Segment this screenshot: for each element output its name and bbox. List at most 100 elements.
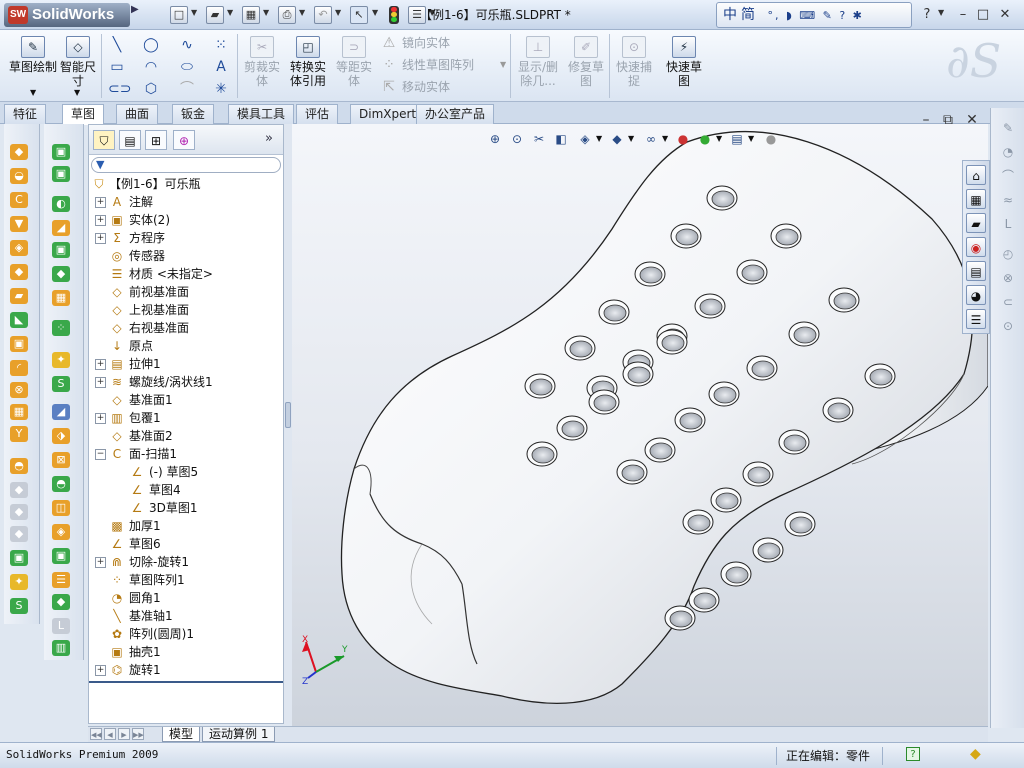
convert-entities-button[interactable]: ◰ 转换实体引用 [286,36,330,88]
arc-icon[interactable]: ◠ [142,58,160,76]
point-icon[interactable]: ✳ [212,80,230,98]
fillet-feature-icon[interactable]: ▰ [10,288,28,304]
display-delete-relations-button[interactable]: ⊥ 显示/删除几... [514,36,562,88]
splitter-handle[interactable] [285,402,291,428]
apply-scene-icon[interactable]: ● [696,130,714,148]
combine-icon[interactable]: ▣ [10,550,28,566]
tree-item[interactable]: ◇ 前视基准面 [89,283,283,301]
viewport-restore-button[interactable]: ⧉ [940,112,956,128]
fillet-surface-icon[interactable]: L [52,618,70,634]
untrim-surface-icon[interactable]: S [52,376,70,392]
chevron-down-icon[interactable]: ▼ [335,8,341,17]
chevron-down-icon[interactable]: ▼ [500,60,506,69]
cut-extrude-icon[interactable]: ◆ [10,264,28,280]
ime-language[interactable]: 中简 [723,7,759,23]
tree-item[interactable]: + ≋ 螺旋线/涡状线1 [89,373,283,391]
rebuild-traffic-light-icon[interactable] [389,6,399,24]
tree-item[interactable]: ⁘ 草图阵列1 [89,571,283,589]
tree-item[interactable]: ◇ 基准面2 [89,427,283,445]
spline-icon[interactable]: ∿ [178,36,196,54]
last-tab-button[interactable]: ▶▶ [132,728,144,740]
tree-item[interactable]: ╲ 基准轴1 [89,607,283,625]
point-grid-icon[interactable]: ⁙ [212,36,230,54]
tab-dimxpert[interactable]: DimXpert [350,104,426,124]
extruded-boss-icon[interactable]: ◆ [10,144,28,160]
offset-surface-icon[interactable]: ⁘ [52,320,70,336]
display-style-icon[interactable]: ◆ [608,130,626,148]
tree-item[interactable]: ✿ 阵列(圆周)1 [89,625,283,643]
tree-item[interactable]: + ⌬ 旋转1 [89,661,283,679]
corner-tool-icon[interactable]: L [999,216,1017,232]
tree-item[interactable]: ∠ (-) 草图5 [89,463,283,481]
fillet-icon[interactable]: ⌒ [178,80,196,98]
tree-item[interactable]: ◇ 上视基准面 [89,301,283,319]
wrap-icon[interactable]: ◓ [10,458,28,474]
view-settings-icon[interactable]: ▤ [728,130,746,148]
chevron-down-icon[interactable]: ▼ [662,134,668,143]
section-view-icon[interactable]: ◧ [552,130,570,148]
chamfer-icon[interactable]: ◣ [10,312,28,328]
expand-toggle-icon[interactable]: + [95,233,106,244]
expand-toggle-icon[interactable]: − [95,449,106,460]
configuration-manager-tab-icon[interactable]: ⊞ [145,130,167,150]
line-icon[interactable]: ╲ [108,36,126,54]
tab-motion-study[interactable]: 运动算例 1 [202,727,276,742]
tree-item[interactable]: ◇ 右视基准面 [89,319,283,337]
tree-item[interactable]: ↓ 原点 [89,337,283,355]
chevron-down-icon[interactable]: ▼ [263,8,269,17]
tree-item[interactable]: + A 注解 [89,193,283,211]
planar-surface-icon[interactable]: ▦ [52,290,70,306]
select-arrow-icon[interactable]: ↖ [350,6,368,24]
tab-office-products[interactable]: 办公室产品 [416,104,495,124]
draft-icon[interactable]: Y [10,426,28,442]
spline-tool-icon[interactable]: ≈ [999,192,1017,208]
swept-surface-icon[interactable]: ◐ [52,196,70,212]
maximize-button[interactable]: □ [974,6,992,24]
boundary-surface-icon[interactable]: ▣ [52,242,70,258]
chevron-down-icon[interactable]: ▼ [938,8,944,17]
rib-icon[interactable]: ◜ [10,360,28,376]
tree-item[interactable]: ◇ 基准面1 [89,391,283,409]
cut-with-surface-icon[interactable]: ◆ [52,594,70,610]
tab-mold-tools[interactable]: 模具工具 [228,104,295,124]
hole-wizard-icon[interactable]: ⊗ [10,382,28,398]
tab-sheet-metal[interactable]: 钣金 [172,104,215,124]
loop-tool-icon[interactable]: ⊗ [999,270,1017,286]
open-folder-icon[interactable]: ▰ [206,6,224,24]
expand-toggle-icon[interactable]: + [95,359,106,370]
tree-item[interactable]: + ▤ 拉伸1 [89,355,283,373]
chevron-down-icon[interactable]: ▼ [299,8,305,17]
chevron-down-icon[interactable]: ▼ [227,8,233,17]
property-manager-tab-icon[interactable]: ▤ [119,130,141,150]
tree-item[interactable]: + ⋒ 切除-旋转1 [89,553,283,571]
ruled-surface-icon[interactable]: ✦ [52,352,70,368]
arc-tool-icon[interactable]: ⌒ [999,168,1017,184]
viewport-minimize-button[interactable]: – [918,112,934,128]
text-icon[interactable]: A [212,58,230,76]
mid-surface-icon[interactable]: ☰ [52,572,70,588]
next-tab-button[interactable]: ▶ [118,728,130,740]
sweep-icon[interactable]: C [10,192,28,208]
trim-surface-icon[interactable]: ⬗ [52,428,70,444]
boundary-icon[interactable]: ◈ [10,240,28,256]
rectangle-icon[interactable]: ▭ [108,58,126,76]
curves-icon[interactable]: S [10,598,28,614]
tree-item[interactable]: + ▥ 包覆1 [89,409,283,427]
view-orientation-icon[interactable]: ◈ [576,130,594,148]
solidworks-logo[interactable]: SW SolidWorks [4,3,130,27]
move-face-icon[interactable]: ▣ [52,548,70,564]
revolve-tool-icon[interactable]: ◴ [999,246,1017,262]
bottle-body[interactable] [340,131,974,704]
filled-surface-icon[interactable]: ◆ [52,266,70,282]
expand-panel-icon[interactable]: » [265,131,273,146]
close-button[interactable]: ✕ [996,6,1014,24]
view-palette-icon[interactable]: ▤ [966,261,986,281]
minimize-button[interactable]: – [954,6,972,24]
tree-item[interactable]: ◔ 圆角1 [89,589,283,607]
tree-item[interactable]: ▩ 加厚1 [89,517,283,535]
lofted-surface-icon[interactable]: ◢ [52,220,70,236]
tab-features[interactable]: 特征 [4,104,47,124]
expand-toggle-icon[interactable]: + [95,197,106,208]
chevron-down-icon[interactable]: ▼ [596,134,602,143]
save-icon[interactable]: ▦ [242,6,260,24]
